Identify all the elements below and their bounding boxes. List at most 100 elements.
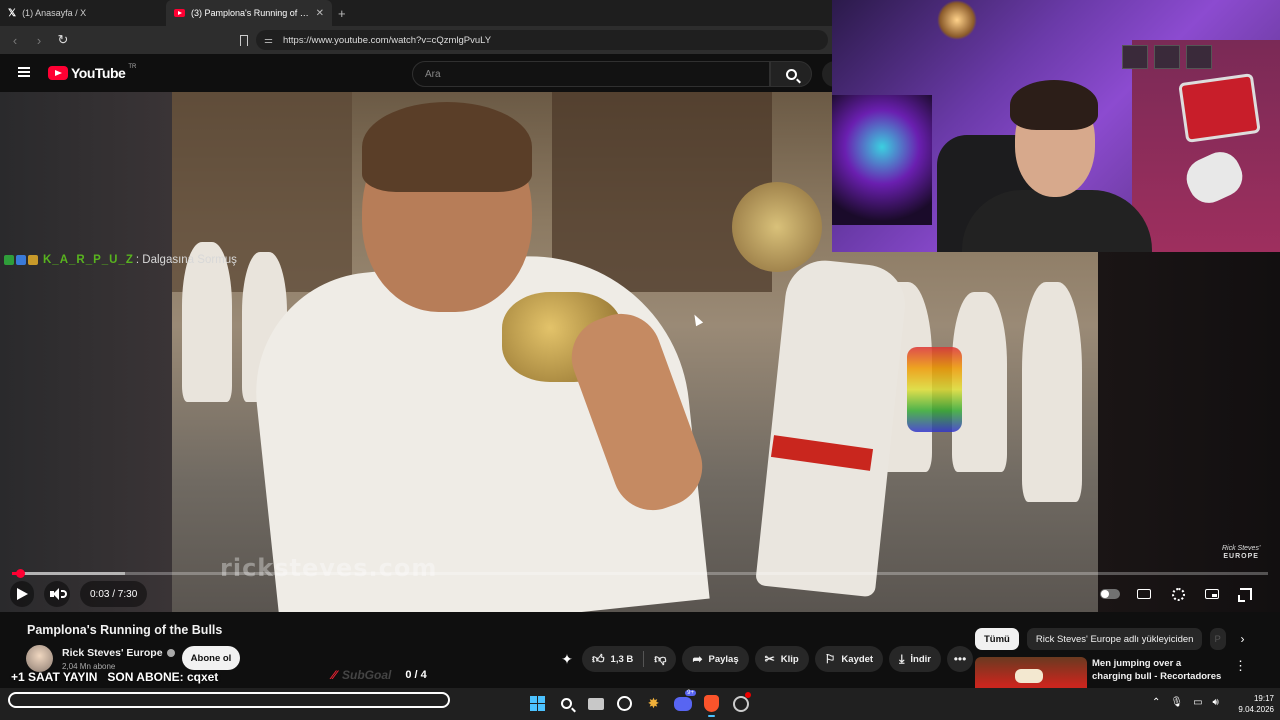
lamp-shape: [937, 0, 977, 40]
channel-name-row[interactable]: Rick Steves' Europe: [62, 647, 175, 659]
chevron-up-icon[interactable]: ⌃: [1152, 697, 1160, 708]
channel-avatar[interactable]: [26, 645, 53, 672]
settings-button[interactable]: [1168, 584, 1188, 604]
screen: 𝕏 (1) Anasayfa / X (3) Pamplona's Runnin…: [0, 0, 1280, 720]
clip-label: Klip: [780, 653, 799, 665]
youtube-play-logo-icon: [48, 66, 68, 80]
url-field[interactable]: ⚌ https://www.youtube.com/watch?v=cQzmlg…: [256, 30, 828, 50]
play-button[interactable]: [10, 581, 34, 607]
tab-x-home[interactable]: 𝕏 (1) Anasayfa / X: [0, 0, 166, 26]
sub-goal-count: 0 / 4: [405, 669, 427, 681]
streamer-body-shape: [962, 190, 1152, 252]
wall-shape: [1132, 40, 1280, 252]
chatgpt-icon: [617, 696, 632, 711]
autoplay-toggle[interactable]: [1100, 584, 1120, 604]
taskbar-clock[interactable]: 19:17 9.04.2026: [1226, 693, 1274, 715]
new-tab-icon[interactable]: +: [338, 6, 346, 21]
more-actions-button[interactable]: •••: [947, 646, 974, 672]
progress-bar[interactable]: [12, 569, 1268, 578]
wall-frames: [1122, 45, 1212, 69]
search-input[interactable]: Ara: [412, 61, 770, 87]
chatgpt-button[interactable]: [615, 694, 634, 713]
download-button[interactable]: ⤓ İndir: [889, 646, 942, 672]
mute-button[interactable]: [44, 581, 70, 607]
miniplayer-button[interactable]: [1202, 584, 1222, 604]
chip-partial[interactable]: P: [1210, 628, 1227, 650]
discord-button[interactable]: 9+: [673, 690, 696, 713]
x-logo-icon: 𝕏: [8, 7, 17, 19]
chat-overlay-line: K_A_R_P_U_Z : Dalgasına Sormuş: [4, 254, 237, 266]
chrome-button[interactable]: [731, 692, 751, 713]
windows-taskbar: ✸ 9+ ⌃ 🎙︎ ▭ 🔊︎ 19:17 9.04.2026: [0, 688, 1280, 720]
share-button[interactable]: ➦ Paylaş: [682, 646, 749, 672]
omnibox: ⚌ https://www.youtube.com/watch?v=cQzmlg…: [240, 30, 828, 50]
browser-toolbar: ‹ › ↻ ⚌ https://www.youtube.com/watch?v=…: [0, 26, 832, 54]
stream-duration-text: +1 SAAT YAYIN: [11, 670, 98, 684]
app-icon: ✸: [647, 695, 660, 711]
share-label: Paylaş: [708, 653, 739, 665]
folder-icon: [587, 697, 604, 710]
neon-sign-shape: [1178, 73, 1261, 143]
youtube-logo[interactable]: YouTube TR: [48, 64, 136, 81]
crowd-shape: [1022, 282, 1082, 502]
chip-from-uploader[interactable]: Rick Steves' Europe adlı yükleyiciden: [1026, 628, 1203, 650]
scissors-icon: ✂: [764, 652, 775, 666]
video-watermark: ricksteves.com: [220, 554, 438, 582]
forward-icon[interactable]: ›: [32, 33, 46, 48]
recommendation-title[interactable]: Men jumping over a charging bull - Recor…: [1092, 657, 1222, 683]
chevron-right-icon[interactable]: ›: [1240, 632, 1244, 646]
subscribe-button[interactable]: Abone ol: [182, 646, 240, 670]
like-button[interactable]: 👍︎ 1,3 B: [582, 653, 643, 665]
clip-button[interactable]: ✂ Klip: [754, 646, 809, 672]
save-button[interactable]: ⚐ Kaydet: [814, 646, 884, 672]
menu-icon[interactable]: [18, 67, 30, 77]
taskbar-search-field[interactable]: [8, 692, 450, 708]
taskbar-pinned-apps: ✸ 9+: [528, 690, 751, 717]
file-explorer-button[interactable]: [586, 694, 605, 713]
sparkle-icon[interactable]: ✦: [558, 650, 576, 668]
browser-tabbar: 𝕏 (1) Anasayfa / X (3) Pamplona's Runnin…: [0, 0, 832, 26]
clock-date: 9.04.2026: [1238, 705, 1274, 714]
microphone-icon[interactable]: 🎙︎: [1170, 697, 1183, 708]
player-controls-left: 0:03 / 7:30: [10, 581, 148, 607]
bookmark-icon[interactable]: [240, 34, 248, 46]
streamer-hair-shape: [1010, 80, 1098, 130]
latest-subscriber-text: SON ABONE: cqxet: [107, 670, 219, 684]
thumbs-up-icon: 👍︎: [592, 652, 605, 666]
share-icon: ➦: [692, 652, 703, 666]
dancer-shape: [755, 256, 909, 598]
tab-title: (3) Pamplona's Running of the B: [191, 8, 310, 18]
subtitles-button[interactable]: [1134, 584, 1154, 604]
search-icon: [561, 698, 572, 709]
brave-button[interactable]: [702, 694, 721, 717]
volume-icon[interactable]: 🔊︎: [1213, 697, 1219, 708]
brand-mark-line: EUROPE: [1223, 552, 1259, 560]
fullscreen-button[interactable]: [1236, 584, 1256, 604]
video-actions: ✦ 👍︎ 1,3 B 👎︎ ➦ Paylaş ✂ Klip ⚐ Kaydet ⤓…: [558, 646, 974, 672]
autoplay-icon: [1100, 589, 1120, 599]
back-icon[interactable]: ‹: [8, 33, 22, 48]
network-icon[interactable]: ▭: [1193, 697, 1202, 708]
recommendation-chips: Tümü Rick Steves' Europe adlı yükleyicid…: [975, 628, 1244, 650]
channel-brand-mark: Rick Steves' EUROPE: [1222, 545, 1260, 560]
start-button[interactable]: [528, 694, 547, 713]
taskbar-search-button[interactable]: [557, 694, 576, 713]
kick-logo-icon: ⁄⁄: [332, 668, 337, 682]
dislike-button[interactable]: 👎︎: [644, 653, 676, 665]
system-tray: ⌃ 🎙︎ ▭ 🔊︎: [1152, 697, 1219, 708]
recommendation-menu-icon[interactable]: ⋮: [1234, 658, 1247, 674]
reload-icon[interactable]: ↻: [56, 32, 70, 48]
tab-close-icon[interactable]: ✕: [316, 8, 324, 19]
musician-hair-shape: [362, 102, 532, 192]
download-icon: ⤓: [899, 652, 905, 666]
gear-icon: [1171, 587, 1185, 601]
chip-all[interactable]: Tümü: [975, 628, 1019, 650]
fullscreen-icon: [1238, 588, 1252, 602]
more-icon: •••: [953, 652, 967, 666]
webcam-overlay: [832, 0, 1280, 252]
pinned-app-button[interactable]: ✸: [644, 694, 663, 713]
search-button[interactable]: [770, 61, 812, 87]
tab-youtube-video[interactable]: (3) Pamplona's Running of the B ✕: [166, 0, 332, 26]
notification-badge: 9+: [685, 690, 696, 696]
site-settings-icon[interactable]: ⚌: [264, 35, 273, 46]
